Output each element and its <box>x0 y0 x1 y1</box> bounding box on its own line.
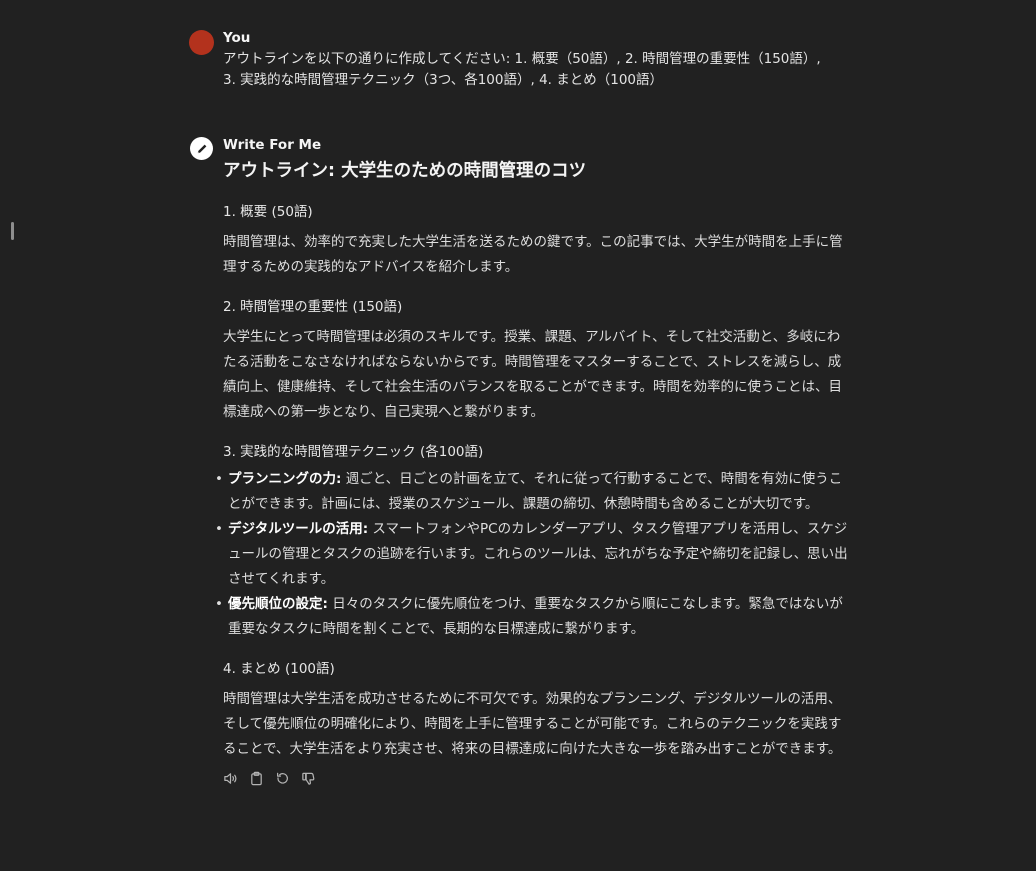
section-paragraph-importance: 大学生にとって時間管理は必須のスキルです。授業、課題、アルバイト、そして社交活動… <box>223 329 842 420</box>
user-author: You <box>223 30 251 46</box>
list-item: • プランニングの力: 週ごと、日ごとの計画を立て、それに従って行動することで、時… <box>215 471 843 512</box>
section-paragraph-summary: 時間管理は大学生活を成功させるために不可欠です。効果的なプランニング、デジタルツ… <box>223 691 842 757</box>
response-title: アウトライン: 大学生のための時間管理のコツ <box>223 161 587 181</box>
copy-button[interactable] <box>248 770 265 787</box>
list-item: • 優先順位の設定: 日々のタスクに優先順位をつけ、重要なタスクから順にこなします… <box>215 596 843 637</box>
thumbs-down-icon <box>302 772 315 785</box>
section-paragraph-overview: 時間管理は、効率的で充実した大学生活を送るための鍵です。この記事では、大学生が時… <box>223 234 843 275</box>
user-message-text: アウトラインを以下の通りに作成してください: 1. 概要（50語）, 2. 時間… <box>223 51 821 88</box>
section-heading-overview: 1. 概要 (50語) <box>223 204 313 220</box>
scroll-handle[interactable] <box>11 222 14 240</box>
assistant-author: Write For Me <box>223 137 322 153</box>
copy-icon <box>251 771 262 786</box>
regenerate-icon <box>277 772 288 784</box>
message-actions <box>222 770 849 787</box>
conversation: You アウトラインを以下の通りに作成してください: 1. 概要（50語）, 2… <box>189 28 849 787</box>
read-aloud-button[interactable] <box>222 770 239 787</box>
assistant-avatar <box>190 137 213 160</box>
section-heading-summary: 4. まとめ (100語) <box>223 661 335 677</box>
list-item: • デジタルツールの活用: スマートフォンやPCのカレンダーアプリ、タスク管理アプ… <box>215 521 848 587</box>
pen-icon <box>196 144 206 154</box>
techniques-list: • プランニングの力: 週ごと、日ごとの計画を立て、それに従って行動することで、時… <box>215 467 849 642</box>
regenerate-button[interactable] <box>274 770 291 787</box>
user-message: You アウトラインを以下の通りに作成してください: 1. 概要（50語）, 2… <box>189 28 849 91</box>
bullet-label: デジタルツールの活用: <box>228 521 369 537</box>
section-heading-importance: 2. 時間管理の重要性 (150語) <box>223 299 403 315</box>
assistant-message: Write For Me アウトライン: 大学生のための時間管理のコツ 1. 概… <box>189 135 849 787</box>
thumbs-down-button[interactable] <box>300 770 317 787</box>
read-aloud-icon <box>224 773 237 784</box>
user-avatar <box>189 30 214 55</box>
bullet-label: 優先順位の設定: <box>228 596 328 612</box>
bullet-label: プランニングの力: <box>228 471 342 487</box>
section-heading-techniques: 3. 実践的な時間管理テクニック (各100語) <box>223 444 484 460</box>
